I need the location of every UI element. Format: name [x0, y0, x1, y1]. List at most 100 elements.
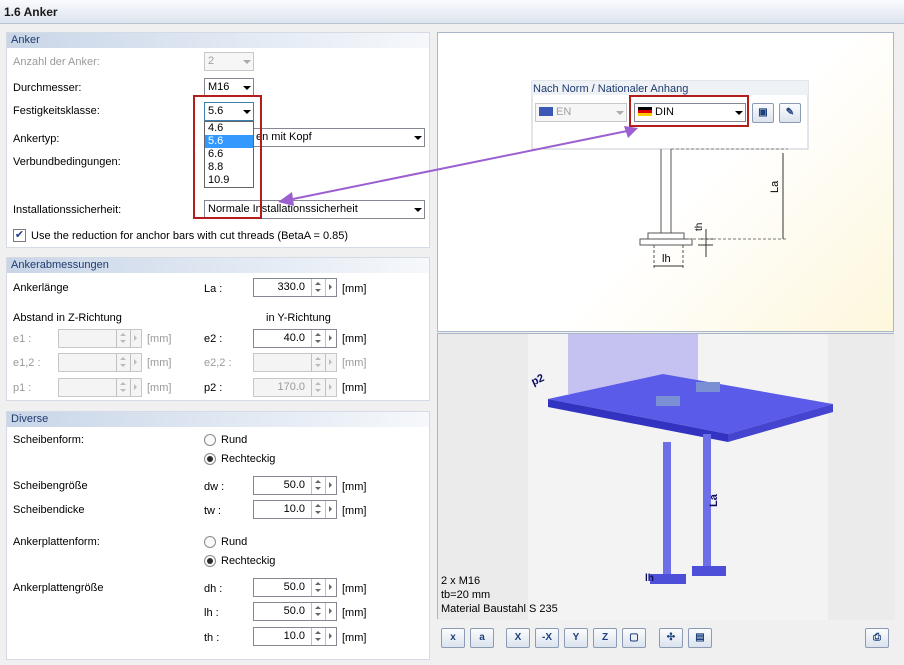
anchor-plate [650, 574, 686, 584]
norm-title: Nach Norm / Nationaler Anhang [533, 83, 689, 95]
platte-rund-label: Rund [221, 536, 248, 548]
p1-input[interactable] [58, 378, 142, 397]
laenge-label: Ankerlänge [13, 282, 69, 294]
view-zoom-button[interactable]: ✣ [659, 628, 683, 648]
tw-value: 10.0 [283, 503, 305, 515]
washer [696, 382, 720, 392]
z-header: Abstand in Z-Richtung [13, 312, 122, 324]
anker-header: Anker [7, 33, 429, 48]
arrow-right-icon [130, 354, 141, 371]
e1-input[interactable] [58, 329, 142, 348]
dw-input[interactable]: 50.0 [253, 476, 337, 495]
e12-input[interactable] [58, 353, 142, 372]
scheibe-rechteckig-radio[interactable] [204, 453, 216, 465]
th-label: th : [204, 632, 220, 644]
view-iso-button[interactable]: ▢ [622, 628, 646, 648]
la-input[interactable]: 330.0 [253, 278, 337, 297]
dh-label: dh : [204, 583, 223, 595]
th-input[interactable]: 10.0 [253, 627, 337, 646]
anzahl-combo[interactable]: 2 [204, 52, 254, 71]
festigkeit-highlight-box [193, 95, 262, 219]
view-a-icon: a [479, 632, 485, 643]
arrow-right-icon[interactable] [325, 501, 336, 518]
spinner-icon[interactable] [311, 628, 325, 645]
e22-unit: [mm] [342, 357, 367, 369]
arrow-right-icon [130, 330, 141, 347]
tw-unit: [mm] [342, 505, 367, 517]
anzahl-value: 2 [208, 55, 215, 67]
axis-y-icon: Y [572, 632, 580, 643]
eu-flag-icon [539, 107, 553, 116]
anchor-bar [663, 442, 671, 582]
spinner-icon [116, 379, 130, 396]
view-z-button[interactable]: Z [593, 628, 617, 648]
spinner-icon[interactable] [311, 330, 325, 347]
view-pos-x-button[interactable]: X [506, 628, 530, 648]
view-neg-x-button[interactable]: -X [535, 628, 559, 648]
new-annex-button[interactable]: ▣ [752, 103, 774, 123]
edit-annex-button[interactable]: ✎ [779, 103, 801, 123]
dw-unit: [mm] [342, 481, 367, 493]
print-icon: ⎙ [873, 632, 881, 643]
e22-input[interactable] [253, 353, 337, 372]
arrow-right-icon[interactable] [325, 628, 336, 645]
spinner-icon[interactable] [311, 279, 325, 296]
install-label: Installationssicherheit: [13, 204, 122, 216]
arrow-head-icon [278, 192, 294, 206]
diverse-header: Diverse [7, 412, 429, 427]
zoom-icon: ✣ [666, 632, 676, 643]
durchmesser-label: Durchmesser: [13, 82, 82, 94]
reduction-checkbox[interactable]: ✔ [13, 229, 26, 242]
arrow-right-icon[interactable] [325, 330, 336, 347]
lh-input[interactable]: 50.0 [253, 602, 337, 621]
dh-input[interactable]: 50.0 [253, 578, 337, 597]
reduction-label: Use the reduction for anchor bars with c… [31, 230, 349, 242]
spinner-icon[interactable] [311, 603, 325, 620]
arrow-right-icon[interactable] [325, 477, 336, 494]
e2-value: 40.0 [283, 332, 305, 344]
la-symbol: La : [204, 283, 223, 295]
e22-label: e2,2 : [204, 357, 232, 369]
view-y-button[interactable]: Y [564, 628, 588, 648]
spinner-icon[interactable] [311, 579, 325, 596]
axis-z-icon: Z [601, 632, 609, 643]
spinner-icon[interactable] [311, 501, 325, 518]
spinner-icon [311, 379, 325, 396]
window-title: 1.6 Anker [0, 0, 904, 24]
norm-en-combo[interactable]: EN [535, 103, 627, 122]
e2-label: e2 : [204, 333, 223, 345]
tw-input[interactable]: 10.0 [253, 500, 337, 519]
info-line-2: tb=20 mm [441, 589, 491, 601]
3d-view: p2 La lh [438, 334, 895, 620]
e1-unit: [mm] [147, 333, 172, 345]
chevron-down-icon [237, 79, 253, 96]
platte-rund-radio[interactable] [204, 536, 216, 548]
arrow-right-icon[interactable] [325, 579, 336, 596]
scheibendicke-label: Scheibendicke [13, 504, 85, 516]
arrow-right-icon[interactable] [325, 279, 336, 296]
la-value: 330.0 [277, 281, 305, 293]
e12-label: e1,2 : [13, 357, 41, 369]
scheibe-rund-radio[interactable] [204, 434, 216, 446]
view-render-button[interactable]: ▤ [688, 628, 712, 648]
spinner-icon[interactable] [311, 477, 325, 494]
spinner-icon [311, 354, 325, 371]
dw-value: 50.0 [283, 479, 305, 491]
layers-icon: ▤ [695, 632, 705, 643]
la-dim-label: La [769, 180, 781, 193]
e2-input[interactable]: 40.0 [253, 329, 337, 348]
arrow-right-icon[interactable] [325, 603, 336, 620]
print-button[interactable]: ⎙ [865, 628, 889, 648]
p2-input[interactable]: 170.0 [253, 378, 337, 397]
anchor-nut [647, 232, 685, 240]
e12-unit: [mm] [147, 357, 172, 369]
scheibenform-label: Scheibenform: [13, 434, 84, 446]
platte-rechteckig-radio[interactable] [204, 555, 216, 567]
e1-label: e1 : [13, 333, 32, 345]
view-x-button[interactable]: x [441, 628, 465, 648]
axis-neg-x-icon: -X [542, 632, 552, 643]
callout-arrow-line [287, 129, 633, 201]
view-a-button[interactable]: a [470, 628, 494, 648]
callout-arrow [278, 126, 638, 206]
lh-dim-label: lh [662, 253, 671, 265]
